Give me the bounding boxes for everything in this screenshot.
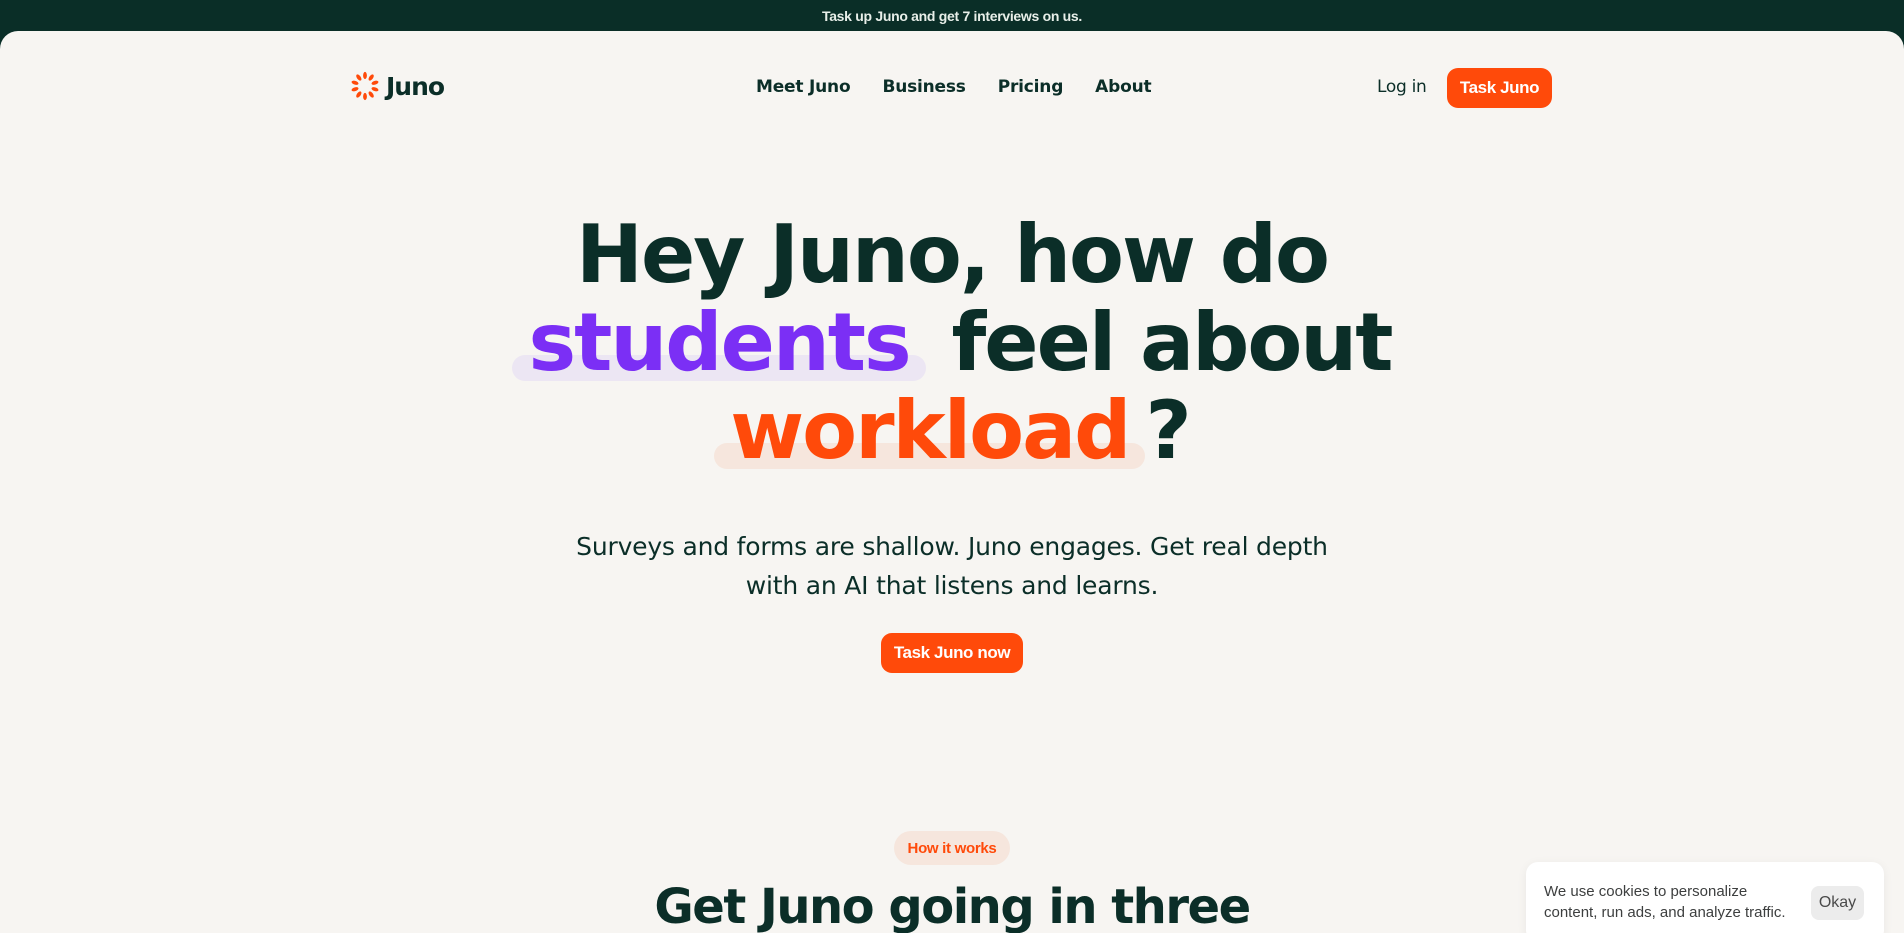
nav-pricing[interactable]: Pricing xyxy=(998,77,1064,97)
announcement-bar: Task up Juno and get 7 interviews on us. xyxy=(0,0,1904,31)
audience-highlight: students xyxy=(512,296,926,389)
hero-line-3: workload? xyxy=(0,387,1904,475)
sunburst-icon xyxy=(351,71,379,101)
nav-meet-juno[interactable]: Meet Juno xyxy=(756,77,851,97)
nav-about[interactable]: About xyxy=(1095,77,1151,97)
hero-headline: Hey Juno, how do students feel about wor… xyxy=(0,211,1904,475)
question-mark: ? xyxy=(1145,384,1191,477)
hero-line-2-rest: feel about xyxy=(951,296,1394,389)
topic-word: workload xyxy=(730,384,1131,477)
cookie-banner: We use cookies to personalize content, r… xyxy=(1526,862,1884,933)
nav-business[interactable]: Business xyxy=(882,77,965,97)
hero-line-2: students feel about xyxy=(0,299,1904,387)
main-nav: Meet Juno Business Pricing About xyxy=(756,77,1152,97)
how-it-works-badge: How it works xyxy=(894,831,1010,865)
brand-name: Juno xyxy=(386,71,445,101)
hero-line-1: Hey Juno, how do xyxy=(576,208,1330,301)
cookie-okay-button[interactable]: Okay xyxy=(1811,886,1864,920)
login-link[interactable]: Log in xyxy=(1377,77,1427,97)
hero-subtitle: Surveys and forms are shallow. Juno enga… xyxy=(576,532,1328,600)
topic-highlight: workload xyxy=(714,384,1146,477)
audience-word: students xyxy=(528,296,911,389)
logo-link[interactable]: Juno xyxy=(350,71,445,101)
task-juno-now-button[interactable]: Task Juno now xyxy=(881,633,1023,673)
announcement-text: Task up Juno and get 7 interviews on us. xyxy=(821,7,1083,24)
cookie-text: We use cookies to personalize content, r… xyxy=(1544,883,1786,921)
main-page: Juno Meet Juno Business Pricing About Lo… xyxy=(0,31,1904,933)
task-juno-button[interactable]: Task Juno xyxy=(1447,68,1552,108)
